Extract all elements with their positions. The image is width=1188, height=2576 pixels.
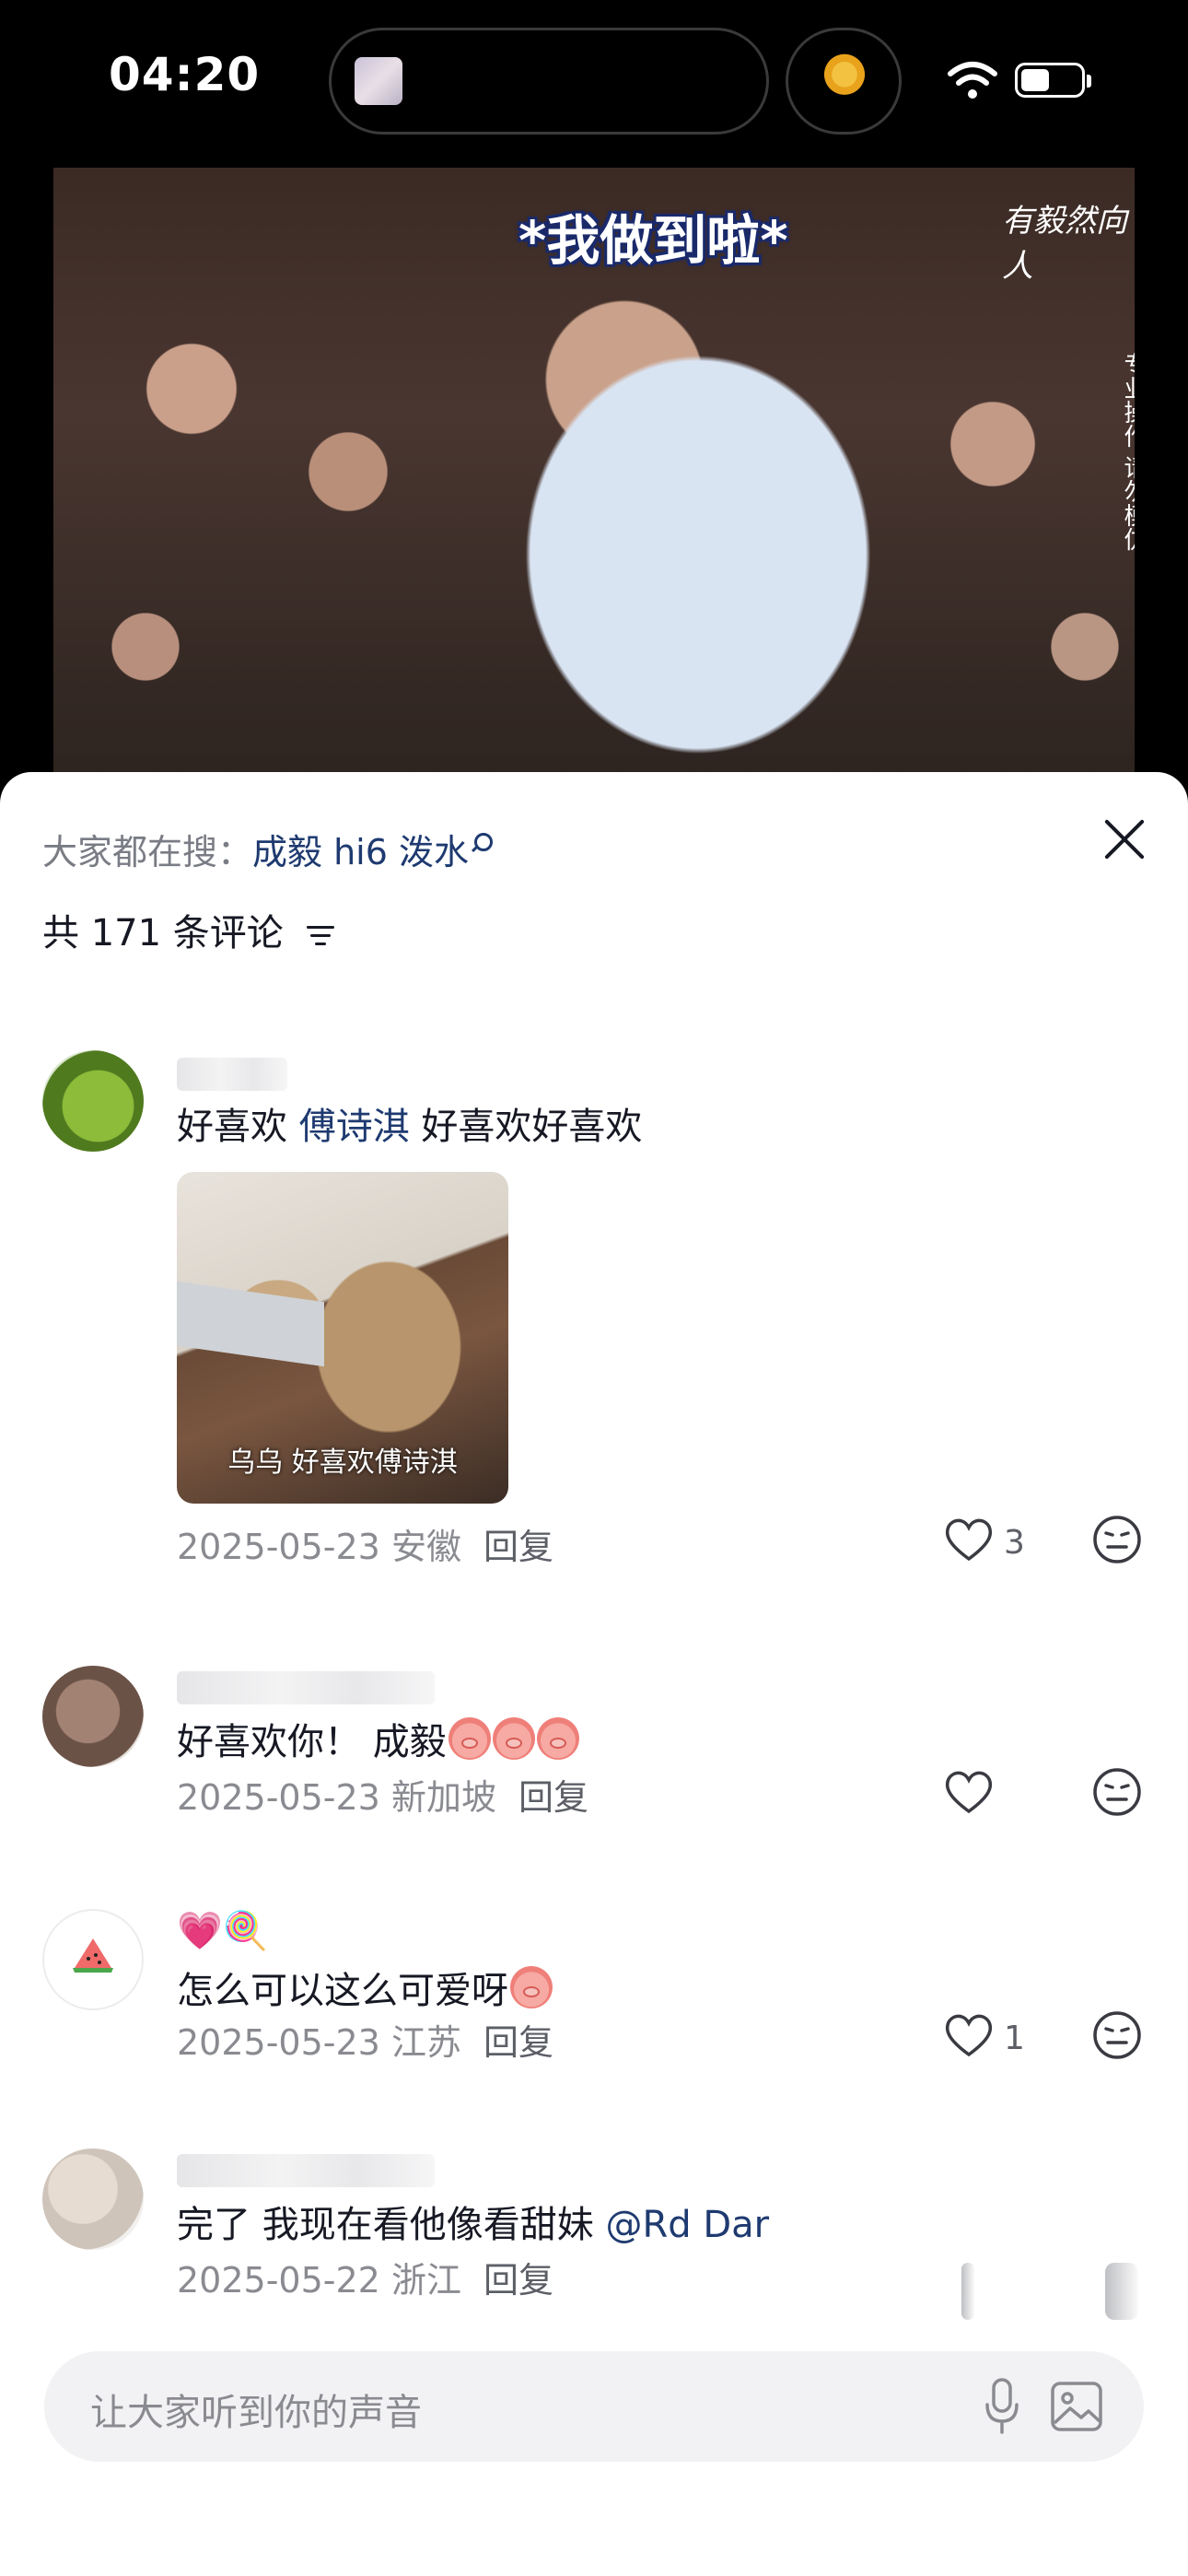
battery-icon [1015,63,1091,98]
comment-count: 共 171 条评论 [42,903,334,956]
wifi-icon [948,62,997,99]
like-count: 3 [1004,1524,1025,1562]
trending-search-prefix: 大家都在搜： [42,832,253,872]
comments-sheet: 大家都在搜：成毅 hi6 泼水 共 171 条评论 好喜欢 傅诗淇 好喜欢好喜欢… [0,772,1188,2576]
heart-outline-icon[interactable] [943,1769,995,1815]
neutral-face-icon[interactable] [1092,2010,1142,2060]
heart-outline-icon[interactable] [943,1516,995,1563]
comment-text: 完了 我现在看他像看甜妹 @Rd Dar [177,2204,770,2246]
image-icon[interactable] [1050,2381,1103,2432]
trending-search-keyword[interactable]: 成毅 hi6 泼水 [252,832,469,872]
pig-emoji-icon [492,1717,535,1760]
like-count: 1 [1004,2020,1025,2057]
avatar[interactable] [42,2149,144,2250]
mention-link[interactable]: @Rd Dar [605,2204,769,2246]
video-logo: 有毅然向人 [1002,203,1127,285]
status-time: 04:20 [109,48,261,101]
comment-count-label: 共 171 条评论 [42,912,284,954]
comment-text: 怎么可以这么可爱呀 [177,1961,553,2014]
video-watermark: 专业操作 请勿模仿 [1120,352,1135,552]
avatar[interactable] [42,1909,144,2010]
close-icon[interactable] [1101,816,1147,862]
username-blurred[interactable] [177,1058,287,1091]
watermelon-icon [73,1938,113,1973]
image-caption: 乌乌 好喜欢傅诗淇 [227,1446,458,1479]
delivery-icon [816,52,873,109]
video-player[interactable]: *我做到啦* 有毅然向人 专业操作 请勿模仿 [53,168,1135,776]
comment-meta: 2025-05-22 浙江 回复 [177,2260,553,2301]
neutral-face-icon[interactable] [1092,1515,1142,1564]
reply-button[interactable]: 回复 [483,2022,553,2063]
comment-meta: 2025-05-23 新加坡 回复 [177,1777,588,1818]
comment-image[interactable]: 乌乌 好喜欢傅诗淇 [177,1172,508,1504]
username-blurred[interactable] [177,1671,435,1704]
neutral-face-icon[interactable] [1092,1767,1142,1817]
comment-meta: 2025-05-23 安徽 回复 [177,1527,553,1567]
mention-link[interactable]: 傅诗淇 [299,1106,410,1148]
video-caption: *我做到啦* [518,209,788,272]
now-playing-thumbnail [355,57,402,105]
avatar[interactable] [42,1666,144,1767]
trending-search[interactable]: 大家都在搜：成毅 hi6 泼水 [42,824,493,874]
comment-username[interactable]: 💗🍭 [177,1909,269,1952]
avatar[interactable] [42,1050,144,1152]
reply-button[interactable]: 回复 [483,2260,553,2301]
microphone-icon[interactable] [984,2377,1020,2436]
pig-emoji-icon [448,1717,491,1760]
comment-input-placeholder: 让大家听到你的声音 [90,2392,422,2434]
pig-emoji-icon [510,1966,553,2008]
comment-text: 好喜欢 傅诗淇 好喜欢好喜欢 [177,1106,643,1148]
username-blurred[interactable] [177,2154,435,2187]
pig-emoji-icon [536,1717,579,1760]
sort-icon[interactable] [306,924,334,946]
heart-outline-icon[interactable] [943,2012,995,2058]
reply-button[interactable]: 回复 [518,1777,588,1818]
reply-button[interactable]: 回复 [483,1527,553,1567]
scroll-indicator [961,2263,974,2320]
comment-input[interactable]: 让大家听到你的声音 [44,2351,1144,2462]
scroll-indicator [1105,2263,1138,2320]
comment-meta: 2025-05-23 江苏 回复 [177,2022,553,2063]
search-icon [474,833,493,851]
comment-text: 好喜欢你！ 成毅 [177,1712,579,1765]
status-bar: 04:20 [0,0,1188,166]
